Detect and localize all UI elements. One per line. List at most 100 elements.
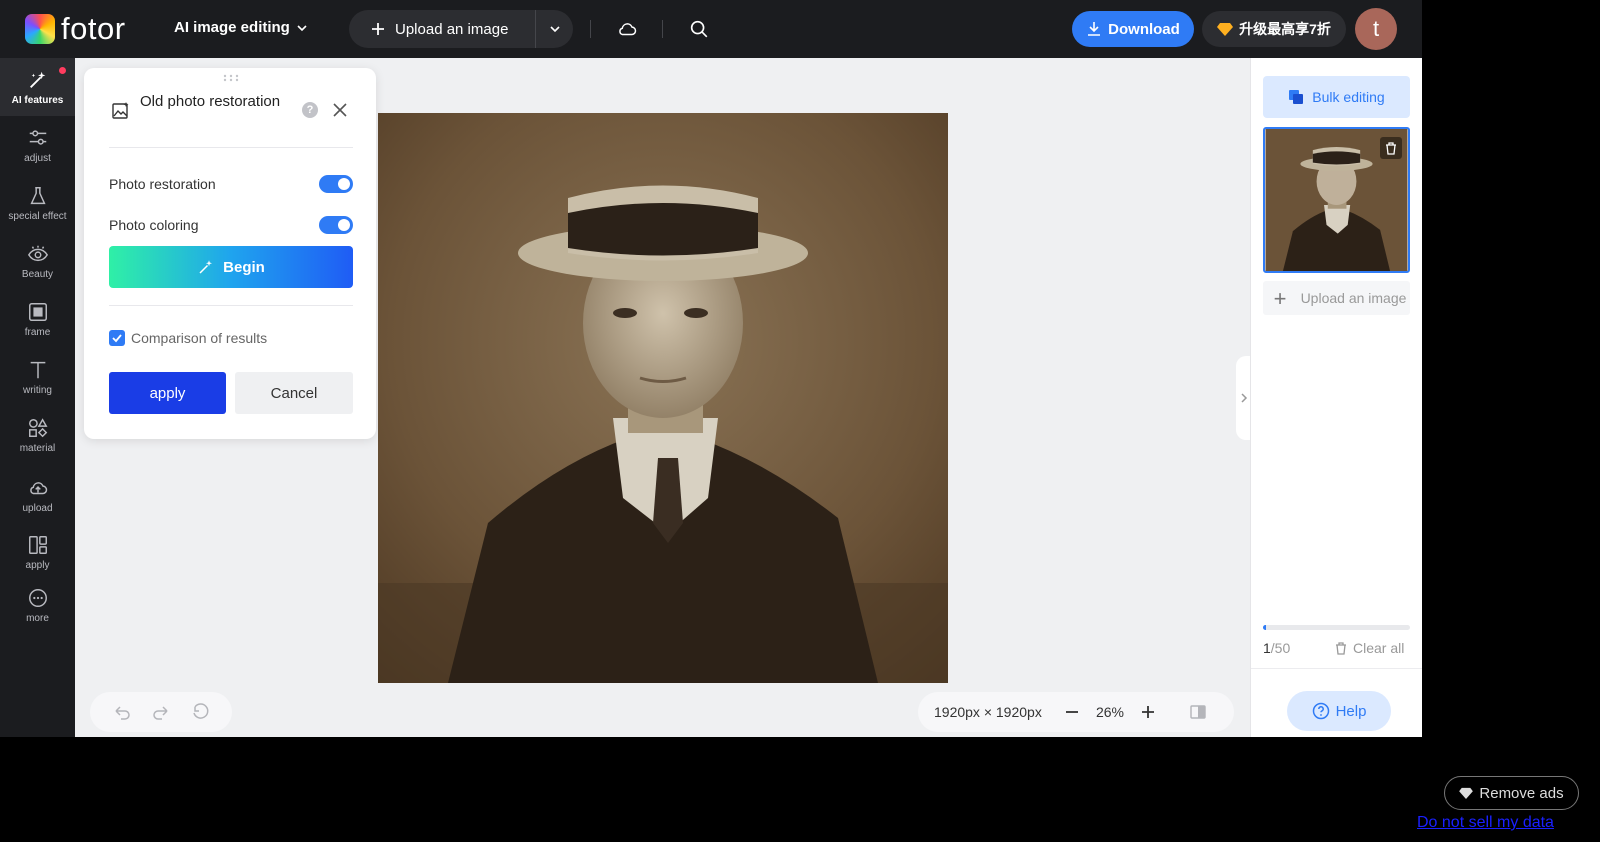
begin-label: Begin: [223, 258, 265, 276]
image-thumbnail[interactable]: [1263, 127, 1410, 273]
tool-more[interactable]: more: [0, 576, 75, 634]
search-icon[interactable]: [688, 18, 710, 40]
compare-view-button[interactable]: [1180, 705, 1216, 719]
upload-image-slot[interactable]: + Upload an image: [1263, 281, 1410, 315]
magic-wand-icon: [29, 71, 45, 88]
canvas-photo[interactable]: [378, 113, 948, 683]
delete-image-button[interactable]: [1380, 137, 1402, 159]
comparison-option[interactable]: Comparison of results: [109, 330, 267, 346]
comparison-label: Comparison of results: [131, 330, 268, 346]
right-panel: Bulk editing + Upload an image 1/50 Clea…: [1250, 58, 1422, 737]
zoom-in-button[interactable]: [1130, 705, 1166, 719]
eye-icon: [27, 245, 48, 261]
minus-icon: [1066, 711, 1078, 713]
user-avatar[interactable]: t: [1355, 8, 1397, 50]
logo-mark-icon: [25, 14, 55, 44]
tool-label: adjust: [24, 152, 51, 164]
vintage-portrait-image: [378, 113, 948, 683]
upgrade-label: 升级最高享7折: [1239, 21, 1331, 37]
remove-ads-label: Remove ads: [1479, 784, 1564, 802]
option-photo-coloring: Photo coloring: [109, 215, 353, 235]
old-photo-restoration-panel: Old photo restoration ? Photo restoratio…: [84, 68, 376, 439]
tool-label: special effect: [8, 210, 67, 222]
tool-frame[interactable]: frame: [0, 290, 75, 348]
sliders-icon: [29, 129, 46, 145]
help-icon[interactable]: ?: [302, 102, 318, 118]
tool-label: Beauty: [21, 268, 54, 280]
download-button[interactable]: Download: [1072, 11, 1194, 47]
tool-writing[interactable]: writing: [0, 348, 75, 406]
fotor-logo[interactable]: fotor: [25, 11, 126, 46]
tool-label: apply: [25, 559, 50, 571]
help-button[interactable]: Help: [1287, 691, 1391, 731]
zoom-controls: 1920px × 1920px 26%: [918, 692, 1234, 732]
plus-icon: +: [1273, 285, 1287, 311]
download-icon: [1088, 22, 1101, 36]
chevron-right-icon: [1241, 393, 1248, 403]
count-current: 1: [1263, 640, 1271, 656]
zoom-level: 26%: [1095, 704, 1125, 720]
tool-ai-features[interactable]: AI features: [0, 58, 75, 116]
app-window: fotor AI image editing Upload an image D…: [0, 0, 1422, 737]
tool-upload[interactable]: upload: [0, 466, 75, 524]
upload-options-button[interactable]: [535, 10, 573, 48]
photo-coloring-toggle[interactable]: [319, 216, 353, 234]
remove-ads-button[interactable]: Remove ads: [1444, 776, 1579, 810]
divider: [662, 20, 663, 38]
left-toolbar: AI features adjust special effect Beauty…: [0, 58, 75, 737]
comparison-checkbox[interactable]: [109, 330, 125, 346]
bulk-editing-button[interactable]: Bulk editing: [1263, 76, 1410, 118]
diamond-icon: [1217, 23, 1234, 36]
layers-icon: [1289, 90, 1304, 104]
chevron-down-icon: [297, 24, 307, 31]
tool-beauty[interactable]: Beauty: [0, 232, 75, 290]
trash-icon: [1386, 141, 1396, 155]
tool-adjust[interactable]: adjust: [0, 116, 75, 174]
upgrade-button[interactable]: 升级最高享7折: [1202, 11, 1346, 47]
reset-icon[interactable]: [190, 702, 210, 722]
begin-button[interactable]: Begin: [109, 246, 353, 288]
option-label: Photo coloring: [109, 217, 199, 233]
divider: [1251, 668, 1422, 669]
apply-button[interactable]: apply: [109, 372, 226, 414]
tool-label: writing: [23, 384, 52, 396]
tool-apply[interactable]: apply: [0, 523, 75, 581]
undo-icon[interactable]: [112, 702, 132, 722]
chevron-down-icon: [549, 26, 560, 33]
zoom-out-button[interactable]: [1054, 705, 1090, 719]
divider: [590, 20, 591, 38]
tool-special-effect[interactable]: special effect: [0, 174, 75, 232]
count-total: /50: [1270, 640, 1291, 656]
logo-text: fotor: [61, 11, 126, 46]
history-controls: [90, 692, 232, 732]
tool-label: material: [19, 442, 56, 454]
clear-all-button[interactable]: Clear all: [1335, 640, 1404, 656]
magic-wand-icon: [199, 260, 213, 274]
option-label: Photo restoration: [109, 176, 216, 192]
option-photo-restoration: Photo restoration: [109, 174, 353, 194]
tool-label: more: [26, 612, 49, 624]
image-restore-icon: [112, 102, 129, 119]
redo-icon[interactable]: [151, 702, 171, 722]
upload-slot-label: Upload an image: [1300, 289, 1407, 306]
tool-material[interactable]: material: [0, 406, 75, 464]
photo-restoration-toggle[interactable]: [319, 175, 353, 193]
split-view-icon: [1190, 705, 1206, 719]
cancel-button[interactable]: Cancel: [235, 372, 353, 414]
divider: [109, 305, 353, 306]
close-icon[interactable]: [332, 102, 348, 118]
flask-icon: [29, 186, 46, 204]
do-not-sell-link[interactable]: Do not sell my data: [1417, 814, 1554, 832]
ai-image-editing-menu[interactable]: AI image editing: [174, 19, 308, 36]
text-icon: [30, 361, 45, 378]
tool-label: AI features: [11, 94, 64, 106]
drag-handle-icon[interactable]: [222, 74, 240, 82]
notification-dot: [59, 67, 66, 74]
bulk-label: Bulk editing: [1312, 89, 1385, 105]
upload-group: Upload an image: [349, 10, 573, 48]
upload-image-button[interactable]: Upload an image: [349, 10, 535, 48]
tool-label: upload: [22, 502, 53, 514]
cloud-icon[interactable]: [616, 18, 638, 40]
download-label: Download: [1108, 20, 1180, 38]
diamond-icon: [1459, 787, 1474, 799]
